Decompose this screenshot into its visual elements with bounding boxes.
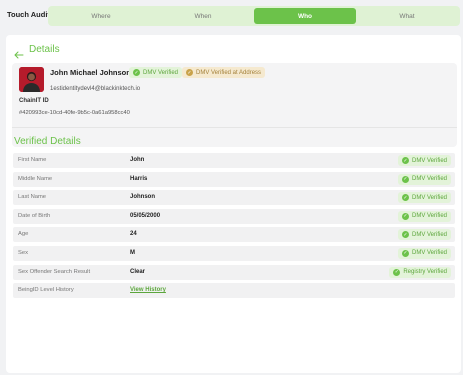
status-badge: ✓ Registry Verified — [389, 266, 451, 278]
dmv-verified-badge: ✓ DMV Verified — [129, 67, 183, 78]
user-name: John Michael Johnson — [50, 68, 131, 77]
tab-who[interactable]: Who — [254, 8, 356, 24]
verified-details-list: First Name John ✓ DMV Verified Middle Nam… — [13, 153, 455, 302]
row-label: Sex — [18, 249, 28, 256]
row-value: Clear — [130, 268, 146, 275]
avatar — [19, 67, 44, 92]
table-row: First Name John ✓ DMV Verified — [13, 153, 455, 168]
check-circle-icon: ✓ — [401, 249, 409, 257]
status-badge: ✓ DMV Verified — [397, 210, 451, 222]
check-circle-icon: ✓ — [401, 231, 409, 239]
row-label: BeingID Level History — [18, 287, 74, 294]
badge-label: DMV Verified — [411, 250, 447, 257]
badge-label: Registry Verified — [403, 269, 447, 276]
chain-id-value: #420993ce-10cd-40fe-9b5c-0a61a958cc40 — [19, 110, 130, 116]
badge-label: DMV Verified — [143, 69, 179, 76]
row-value: Harris — [130, 175, 148, 182]
check-circle-icon: ✓ — [401, 212, 409, 220]
chain-id-label: ChainIT ID — [19, 98, 49, 104]
divider — [12, 127, 457, 128]
check-circle-icon: ✓ — [133, 69, 140, 76]
row-label: First Name — [18, 157, 47, 163]
row-label: Middle Name — [18, 175, 53, 182]
tab-where[interactable]: Where — [50, 8, 152, 24]
table-row: Middle Name Harris ✓ DMV Verified — [13, 171, 455, 187]
status-badge: ✓ DMV Verified — [397, 192, 451, 204]
status-badge: ✓ DMV Verified — [397, 155, 451, 166]
details-panel: Details John Michael Johnson ✓ DMV Verif… — [6, 35, 461, 373]
badge-label: DMV Verified — [411, 157, 447, 164]
user-email: 1estidentitydevl4@blackinktech.io — [50, 86, 141, 92]
user-card: John Michael Johnson ✓ DMV Verified ✓ DM… — [12, 63, 457, 147]
badge-label: DMV Verified — [411, 231, 447, 238]
table-row: Sex Offender Search Result Clear ✓ Regist… — [13, 264, 455, 280]
row-value: 24 — [130, 231, 137, 238]
badge-label: DMV Verified at Address — [196, 69, 262, 76]
view-history-link[interactable]: View History — [130, 287, 166, 293]
badge-label: DMV Verified — [411, 213, 447, 220]
status-badge: ✓ DMV Verified — [397, 173, 451, 185]
tab-bar: Where When Who What — [48, 6, 460, 26]
check-circle-icon: ✓ — [393, 268, 401, 276]
row-label: Sex Offender Search Result — [18, 268, 91, 275]
row-label: Age — [18, 231, 29, 238]
tab-what[interactable]: What — [356, 8, 458, 24]
row-value: Johnson — [130, 194, 155, 201]
row-label: Last Name — [18, 194, 47, 201]
row-value: John — [130, 157, 145, 163]
check-circle-icon: ✓ — [401, 194, 409, 202]
tab-when[interactable]: When — [152, 8, 254, 24]
table-row: Age 24 ✓ DMV Verified — [13, 227, 455, 243]
top-bar: Touch Audit Where When Who What — [0, 0, 463, 32]
check-circle-icon: ✓ — [401, 157, 409, 164]
arrow-left-icon[interactable] — [14, 46, 24, 58]
details-header: Details — [14, 44, 60, 58]
badge-label: DMV Verified — [411, 194, 447, 201]
table-row: Date of Birth 05/05/2000 ✓ DMV Verified — [13, 208, 455, 224]
dmv-address-badge: ✓ DMV Verified at Address — [182, 67, 266, 78]
status-badge: ✓ DMV Verified — [397, 247, 451, 259]
row-value: 05/05/2000 — [130, 212, 161, 219]
table-row: BeingID Level History View History — [13, 283, 455, 299]
details-title: Details — [29, 44, 60, 55]
check-circle-icon: ✓ — [401, 175, 409, 183]
row-label: Date of Birth — [18, 212, 51, 219]
table-row: Sex M ✓ DMV Verified — [13, 245, 455, 261]
status-badge: ✓ DMV Verified — [397, 229, 451, 241]
badge-label: DMV Verified — [411, 176, 447, 183]
page-title: Touch Audit — [7, 10, 50, 19]
row-value: M — [130, 249, 135, 256]
check-circle-icon: ✓ — [186, 69, 193, 76]
table-row: Last Name Johnson ✓ DMV Verified — [13, 190, 455, 206]
verified-details-title: Verified Details — [14, 136, 81, 147]
